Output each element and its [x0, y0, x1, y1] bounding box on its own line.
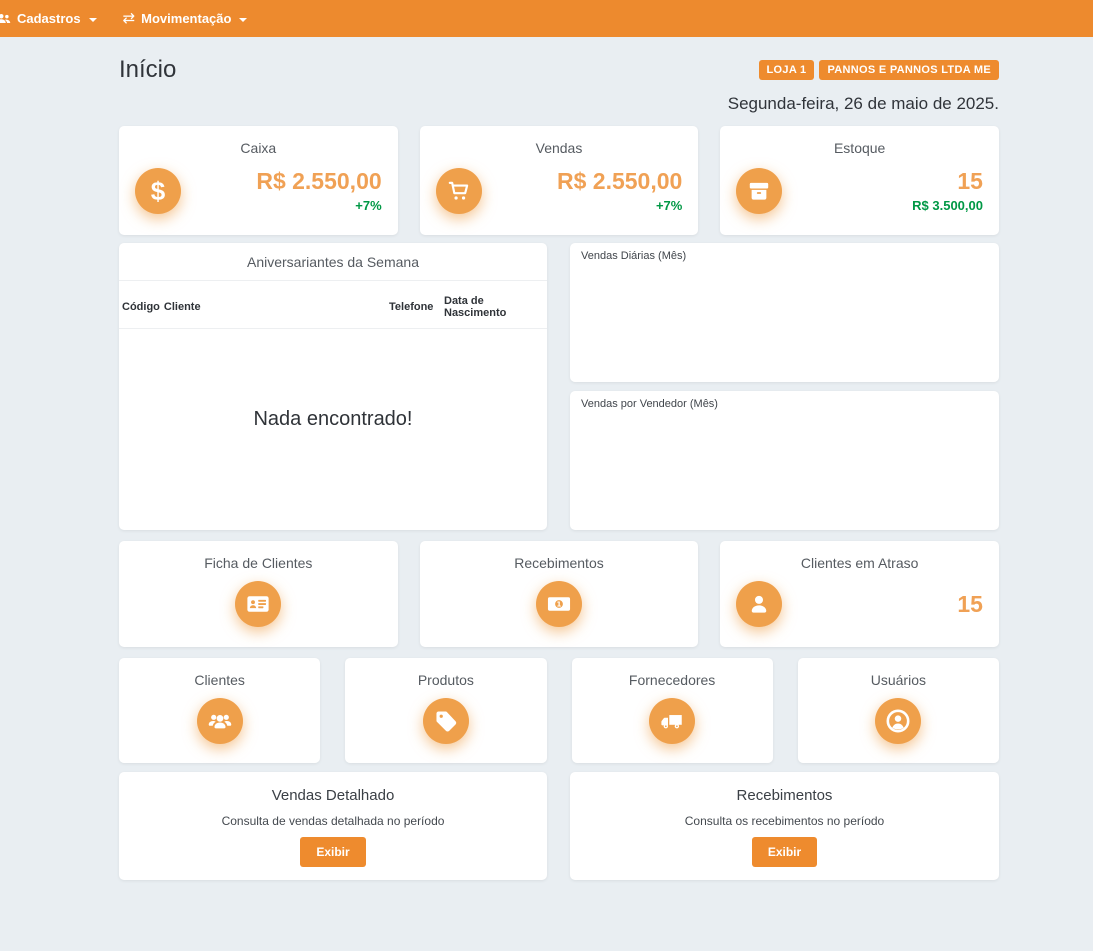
dashboard-page: Cadastros ⇄ Movimentação Início LOJA 1 P… [0, 0, 1093, 951]
user-circle-icon [875, 698, 921, 744]
seller-sales-chart-title: Vendas por Vendedor (Mês) [581, 398, 988, 410]
column-header-cliente: Cliente [162, 281, 387, 329]
panel-recebimentos[interactable]: Recebimentos 1 [420, 541, 699, 647]
daily-sales-chart-title: Vendas Diárias (Mês) [581, 250, 988, 262]
nav-label-cadastros: Cadastros [17, 11, 81, 26]
shortcut-clientes[interactable]: Clientes [119, 658, 320, 763]
users-icon [0, 12, 11, 25]
shortcut-title: Fornecedores [582, 672, 763, 688]
page-header: Início LOJA 1 PANNOS E PANNOS LTDA ME [119, 37, 999, 87]
seller-sales-chart: Vendas por Vendedor (Mês) [570, 391, 999, 530]
stat-title: Estoque [736, 140, 983, 156]
stat-sub-value: R$ 3.500,00 [782, 198, 983, 213]
birthdays-table: Código Cliente Telefone Data de Nascimen… [119, 281, 547, 329]
report-vendas-detalhado: Vendas Detalhado Consulta de vendas deta… [119, 772, 547, 880]
store-badge: LOJA 1 [759, 60, 815, 80]
report-description: Consulta os recebimentos no período [582, 814, 987, 828]
stat-sub-value: +7% [482, 198, 683, 213]
panel-clientes-atraso[interactable]: Clientes em Atraso 15 [720, 541, 999, 647]
stat-sub-value: +7% [181, 198, 382, 213]
charts-column: Vendas Diárias (Mês) Vendas por Vendedor… [570, 243, 999, 530]
shortcuts-row: Clientes Produtos Fornecedores [119, 658, 999, 763]
middle-row: Aniversariantes da Semana Código Cliente… [119, 243, 999, 530]
column-header-codigo: Código [119, 281, 162, 329]
exibir-button[interactable]: Exibir [752, 837, 817, 867]
report-title: Recebimentos [582, 787, 987, 804]
top-navbar: Cadastros ⇄ Movimentação [0, 0, 1093, 37]
overdue-count: 15 [782, 591, 983, 618]
daily-sales-chart: Vendas Diárias (Mês) [570, 243, 999, 382]
report-recebimentos: Recebimentos Consulta os recebimentos no… [570, 772, 999, 880]
shortcut-fornecedores[interactable]: Fornecedores [572, 658, 773, 763]
nav-menu-cadastros[interactable]: Cadastros [0, 0, 110, 37]
report-description: Consulta de vendas detalhada no período [131, 814, 535, 828]
column-header-telefone: Telefone [387, 281, 442, 329]
stat-value: R$ 2.550,00 [181, 168, 382, 196]
reports-row: Vendas Detalhado Consulta de vendas deta… [119, 772, 999, 880]
box-icon [736, 168, 782, 214]
caret-down-icon [89, 18, 97, 22]
panel-title: Clientes em Atraso [736, 555, 983, 571]
nav-label-movimentacao: Movimentação [141, 11, 231, 26]
tag-icon [423, 698, 469, 744]
column-header-nascimento: Data de Nascimento [442, 281, 547, 329]
caret-down-icon [239, 18, 247, 22]
panel-title: Ficha de Clientes [135, 555, 382, 571]
svg-text:1: 1 [557, 599, 562, 608]
empty-state-message: Nada encontrado! [119, 329, 547, 530]
store-badges: LOJA 1 PANNOS E PANNOS LTDA ME [759, 60, 999, 80]
stat-card-estoque: Estoque 15 R$ 3.500,00 [720, 126, 999, 235]
page-title: Início [119, 56, 176, 84]
birthdays-card: Aniversariantes da Semana Código Cliente… [119, 243, 547, 530]
stat-value: R$ 2.550,00 [482, 168, 683, 196]
shortcut-title: Usuários [808, 672, 989, 688]
money-bill-icon: 1 [536, 581, 582, 627]
nav-menu-movimentacao[interactable]: ⇄ Movimentação [110, 0, 261, 37]
exchange-icon: ⇄ [123, 11, 136, 26]
panels-row: Ficha de Clientes Recebimentos 1 Cliente… [119, 541, 999, 647]
stat-card-caixa: Caixa $ R$ 2.550,00 +7% [119, 126, 398, 235]
birthdays-title: Aniversariantes da Semana [119, 243, 547, 281]
shortcut-usuarios[interactable]: Usuários [798, 658, 999, 763]
exibir-button[interactable]: Exibir [300, 837, 365, 867]
panel-title: Recebimentos [436, 555, 683, 571]
stat-card-vendas: Vendas R$ 2.550,00 +7% [420, 126, 699, 235]
panel-ficha-clientes[interactable]: Ficha de Clientes [119, 541, 398, 647]
truck-icon [649, 698, 695, 744]
stat-value: 15 [782, 168, 983, 196]
current-date: Segunda-feira, 26 de maio de 2025. [119, 94, 999, 118]
id-card-icon [235, 581, 281, 627]
user-icon [736, 581, 782, 627]
shortcut-title: Clientes [129, 672, 310, 688]
report-title: Vendas Detalhado [131, 787, 535, 804]
stat-title: Caixa [135, 140, 382, 156]
shortcut-title: Produtos [355, 672, 536, 688]
dollar-icon: $ [135, 168, 181, 214]
shortcut-produtos[interactable]: Produtos [345, 658, 546, 763]
stat-title: Vendas [436, 140, 683, 156]
users-icon [197, 698, 243, 744]
stats-row: Caixa $ R$ 2.550,00 +7% Vendas R$ 2. [119, 126, 999, 235]
cart-icon [436, 168, 482, 214]
company-badge: PANNOS E PANNOS LTDA ME [819, 60, 999, 80]
